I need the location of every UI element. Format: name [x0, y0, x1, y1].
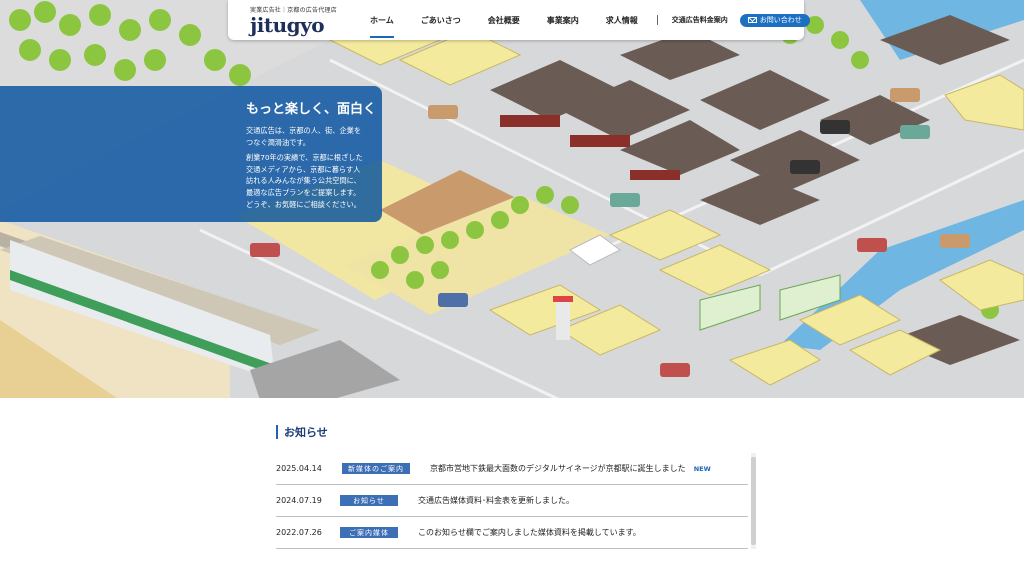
fee-guide-link[interactable]: 交通広告料金案内: [672, 15, 728, 25]
logo-link[interactable]: 実業広告社｜京都の広告代理店 jitugyo: [250, 5, 337, 36]
nav-item-greeting[interactable]: ごあいさつ: [421, 0, 461, 40]
news-date: 2025.04.14: [276, 464, 322, 473]
new-label: NEW: [693, 464, 711, 473]
site-header: 実業広告社｜京都の広告代理店 jitugyo ホーム ごあいさつ 会社概要 事業…: [228, 0, 810, 40]
hero-text-line: 交通広告は、京都の人、街、企業を: [246, 126, 362, 135]
news-title: 京都市営地下鉄最大面数のデジタルサイネージが京都駅に誕生しました: [430, 464, 686, 473]
news-category-badge: 新媒体のご案内: [342, 463, 410, 474]
nav-item-business[interactable]: 事業案内: [547, 0, 579, 40]
hero-text-line: 最適な広告プランをご提案します。: [246, 187, 361, 197]
news-category-badge: ご案内媒体: [340, 527, 398, 538]
hero-title: もっと楽しく、面白く: [246, 102, 377, 117]
hero-text-line: どうぞ、お気軽にご相談ください。: [246, 199, 361, 209]
mail-icon: [747, 17, 757, 23]
nav-item-recruit[interactable]: 求人情報: [606, 0, 638, 40]
news-item[interactable]: 2024.07.19 お知らせ 交通広告媒体資料･料金表を更新しました。: [276, 485, 748, 517]
news-title: このお知らせ欄でご案内しました媒体資料を掲載しています。: [418, 528, 641, 537]
hero-banner: もっと楽しく、面白く 交通広告は、京都の人、街、企業を つなぐ潤滑油です。 創業…: [0, 0, 1024, 400]
news-title: 交通広告媒体資料･料金表を更新しました。: [418, 496, 574, 505]
nav-divider: [656, 15, 658, 25]
hero-text-line: 創業70年の実績で、京都に根ざした: [246, 153, 363, 163]
hero-message-panel: もっと楽しく、面白く 交通広告は、京都の人、街、企業を つなぐ潤滑油です。 創業…: [0, 86, 382, 222]
hero-text-line: 訪れる人みんなが集う公共空間に、: [246, 176, 361, 186]
news-heading: お知らせ: [276, 425, 328, 439]
news-scrollbar[interactable]: [751, 453, 756, 549]
news-date: 2022.07.26: [276, 528, 322, 537]
news-scrollbar-thumb[interactable]: [751, 457, 756, 545]
nav-item-company[interactable]: 会社概要: [488, 0, 520, 40]
logo: jitugyo: [250, 13, 325, 37]
news-list: 2025.04.14 新媒体のご案内 京都市営地下鉄最大面数のデジタルサイネージ…: [276, 453, 748, 549]
contact-button[interactable]: お問い合わせ: [739, 13, 810, 27]
news-item[interactable]: 2022.07.26 ご案内媒体 このお知らせ欄でご案内しました媒体資料を掲載し…: [276, 517, 748, 549]
hero-text-line: つなぐ潤滑油です。: [246, 137, 310, 147]
news-category-badge: お知らせ: [340, 495, 398, 506]
main-nav: ホーム ごあいさつ 会社概要 事業案内 求人情報 交通広告料金案内 お問い合わせ: [370, 0, 810, 40]
contact-button-label: お問い合わせ: [759, 16, 802, 24]
hero-text-line: 交通メディアから、京都に暮らす人: [246, 164, 361, 174]
nav-item-home[interactable]: ホーム: [370, 0, 394, 40]
news-item[interactable]: 2025.04.14 新媒体のご案内 京都市営地下鉄最大面数のデジタルサイネージ…: [276, 453, 748, 485]
news-date: 2024.07.19: [276, 496, 322, 505]
